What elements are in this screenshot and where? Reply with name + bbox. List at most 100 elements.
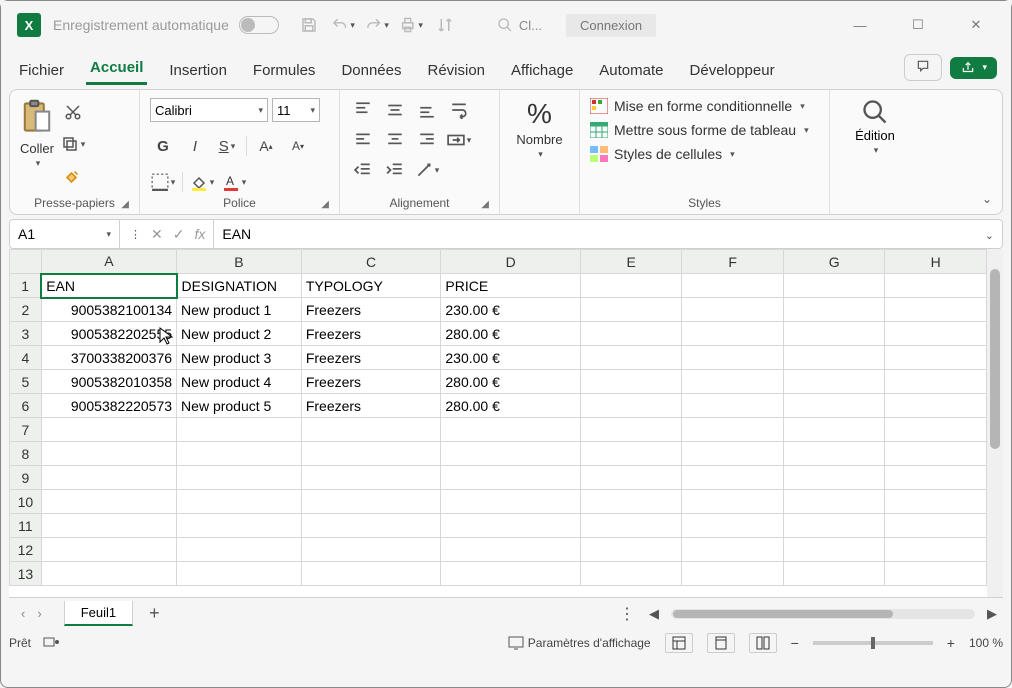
cell[interactable] bbox=[580, 370, 682, 394]
cell-styles-button[interactable]: Styles de cellules▾ bbox=[590, 146, 809, 162]
cell[interactable]: New product 3 bbox=[177, 346, 302, 370]
wrap-text-button[interactable] bbox=[446, 98, 472, 122]
cell[interactable] bbox=[682, 562, 784, 586]
cell[interactable]: 9005382010358 bbox=[41, 370, 176, 394]
cell[interactable] bbox=[783, 394, 885, 418]
cell[interactable] bbox=[783, 418, 885, 442]
cell[interactable] bbox=[783, 346, 885, 370]
cell[interactable] bbox=[41, 442, 176, 466]
scroll-left-button[interactable]: ◀ bbox=[643, 606, 665, 622]
cell[interactable] bbox=[580, 298, 682, 322]
row-header[interactable]: 12 bbox=[10, 538, 42, 562]
col-header-D[interactable]: D bbox=[441, 250, 581, 274]
cell[interactable] bbox=[885, 514, 987, 538]
cell[interactable] bbox=[783, 274, 885, 298]
increase-indent-button[interactable] bbox=[382, 158, 408, 182]
cell[interactable] bbox=[783, 466, 885, 490]
borders-button[interactable]: ▾ bbox=[150, 170, 176, 194]
minimize-button[interactable]: — bbox=[845, 18, 875, 33]
col-header-H[interactable]: H bbox=[885, 250, 987, 274]
italic-button[interactable]: I bbox=[182, 134, 208, 158]
cell[interactable]: 3700338200376 bbox=[41, 346, 176, 370]
cell[interactable] bbox=[885, 274, 987, 298]
save-icon[interactable] bbox=[297, 16, 321, 34]
tab-formules[interactable]: Formules bbox=[249, 62, 320, 85]
cell[interactable] bbox=[441, 418, 581, 442]
cell[interactable] bbox=[580, 466, 682, 490]
col-header-C[interactable]: C bbox=[301, 250, 441, 274]
cell[interactable]: 280.00 € bbox=[441, 370, 581, 394]
cell[interactable]: New product 1 bbox=[177, 298, 302, 322]
sheet-tab[interactable]: Feuil1 bbox=[64, 601, 133, 626]
cell[interactable] bbox=[682, 514, 784, 538]
format-painter-icon[interactable] bbox=[60, 164, 86, 188]
cell[interactable] bbox=[682, 394, 784, 418]
tab-affichage[interactable]: Affichage bbox=[507, 62, 577, 85]
cell[interactable] bbox=[885, 490, 987, 514]
row-header[interactable]: 3 bbox=[10, 322, 42, 346]
cell[interactable] bbox=[682, 346, 784, 370]
close-button[interactable]: ✕ bbox=[961, 17, 991, 33]
row-header[interactable]: 2 bbox=[10, 298, 42, 322]
row-header[interactable]: 1 bbox=[10, 274, 42, 298]
row-header[interactable]: 6 bbox=[10, 394, 42, 418]
search-button[interactable]: Cl... bbox=[497, 17, 542, 33]
cell[interactable] bbox=[885, 322, 987, 346]
zoom-out-button[interactable]: − bbox=[791, 635, 799, 651]
cell[interactable] bbox=[177, 466, 302, 490]
tab-automate[interactable]: Automate bbox=[595, 62, 667, 85]
maximize-button[interactable]: ☐ bbox=[903, 17, 933, 33]
cell[interactable] bbox=[783, 322, 885, 346]
cell[interactable] bbox=[580, 418, 682, 442]
signin-button[interactable]: Connexion bbox=[566, 14, 656, 37]
cell[interactable] bbox=[885, 394, 987, 418]
cell[interactable]: 9005382100134 bbox=[41, 298, 176, 322]
cell[interactable] bbox=[682, 418, 784, 442]
cell[interactable]: Freezers bbox=[301, 346, 441, 370]
cell[interactable] bbox=[885, 562, 987, 586]
cell[interactable] bbox=[682, 370, 784, 394]
cell[interactable] bbox=[441, 442, 581, 466]
cell[interactable]: 230.00 € bbox=[441, 346, 581, 370]
vertical-scrollbar[interactable] bbox=[987, 249, 1003, 597]
col-header-F[interactable]: F bbox=[682, 250, 784, 274]
cell[interactable] bbox=[441, 490, 581, 514]
align-center-button[interactable] bbox=[382, 128, 408, 152]
shrink-font-button[interactable]: A▾ bbox=[285, 134, 311, 158]
underline-button[interactable]: S▾ bbox=[214, 134, 240, 158]
cell[interactable] bbox=[885, 346, 987, 370]
sheet-options-icon[interactable]: ⋮ bbox=[611, 604, 643, 624]
printer-icon[interactable]: ▾ bbox=[399, 16, 423, 34]
row-header[interactable]: 13 bbox=[10, 562, 42, 586]
clipboard-dialog-icon[interactable]: ◢ bbox=[121, 199, 129, 210]
formula-input[interactable]: EAN bbox=[214, 226, 974, 242]
add-sheet-button[interactable]: + bbox=[149, 603, 160, 624]
col-header-E[interactable]: E bbox=[580, 250, 682, 274]
cell[interactable] bbox=[580, 274, 682, 298]
cell[interactable] bbox=[177, 562, 302, 586]
cell[interactable] bbox=[783, 514, 885, 538]
col-header-B[interactable]: B bbox=[177, 250, 302, 274]
cell[interactable] bbox=[580, 346, 682, 370]
cell[interactable] bbox=[783, 298, 885, 322]
cell[interactable]: EAN bbox=[41, 274, 176, 298]
fill-color-button[interactable]: ▾ bbox=[189, 170, 215, 194]
cell[interactable]: New product 2 bbox=[177, 322, 302, 346]
cell[interactable]: PRICE bbox=[441, 274, 581, 298]
cell[interactable] bbox=[580, 394, 682, 418]
cell[interactable]: 280.00 € bbox=[441, 394, 581, 418]
cell[interactable]: Freezers bbox=[301, 322, 441, 346]
cell[interactable]: DESIGNATION bbox=[177, 274, 302, 298]
horizontal-scrollbar[interactable] bbox=[671, 609, 975, 619]
cell[interactable] bbox=[580, 514, 682, 538]
cell[interactable] bbox=[885, 370, 987, 394]
cell[interactable]: 280.00 € bbox=[441, 322, 581, 346]
row-header[interactable]: 4 bbox=[10, 346, 42, 370]
paste-button[interactable]: Coller ▾ bbox=[20, 98, 54, 188]
cell[interactable]: 230.00 € bbox=[441, 298, 581, 322]
align-bottom-button[interactable] bbox=[414, 98, 440, 122]
editing-button[interactable]: Édition ▾ bbox=[855, 98, 895, 156]
cell[interactable] bbox=[783, 442, 885, 466]
cut-icon[interactable] bbox=[60, 100, 86, 124]
align-left-button[interactable] bbox=[350, 128, 376, 152]
